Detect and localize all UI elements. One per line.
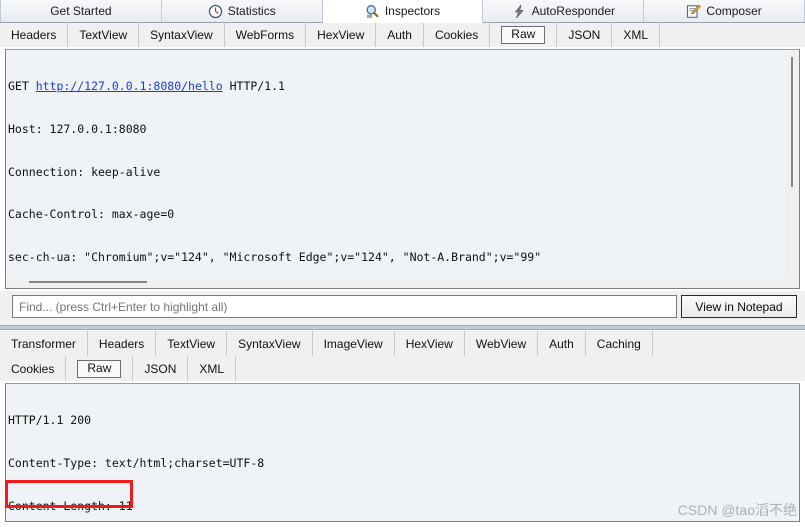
main-tab-strip: Get Started Statistics Inspectors AutoRe… bbox=[0, 0, 805, 23]
view-in-notepad-label: View in Notepad bbox=[695, 299, 783, 314]
watermark-text: CSDN @tao滔不绝 bbox=[677, 502, 797, 518]
request-header-line: Host: 127.0.0.1:8080 bbox=[8, 122, 147, 136]
tab-label: Raw bbox=[501, 26, 546, 44]
find-input[interactable] bbox=[12, 295, 677, 318]
response-tab-raw[interactable]: Raw bbox=[66, 356, 134, 381]
response-tab-json[interactable]: JSON bbox=[133, 356, 189, 381]
main-tab-autoresponder[interactable]: AutoResponder bbox=[483, 0, 645, 22]
tab-label: XML bbox=[199, 361, 225, 376]
tab-label: XML bbox=[623, 28, 649, 42]
pane-splitter[interactable] bbox=[0, 325, 805, 330]
view-in-notepad-button[interactable]: View in Notepad bbox=[681, 295, 797, 318]
request-tab-hexview[interactable]: HexView bbox=[306, 23, 377, 47]
request-tab-syntaxview[interactable]: SyntaxView bbox=[139, 23, 225, 47]
request-http-version: HTTP/1.1 bbox=[229, 79, 285, 94]
response-tab-transformer[interactable]: Transformer bbox=[0, 331, 88, 356]
request-pane-horizontal-scrollbar[interactable] bbox=[7, 276, 785, 287]
tab-label: Raw bbox=[77, 359, 122, 378]
response-raw-text[interactable]: HTTP/1.1 200 Content-Type: text/html;cha… bbox=[8, 385, 793, 519]
request-raw-pane[interactable]: GET http://127.0.0.1:8080/hello HTTP/1.1… bbox=[5, 49, 800, 289]
request-tab-xml[interactable]: XML bbox=[612, 23, 661, 47]
response-tab-caching[interactable]: Caching bbox=[585, 331, 653, 356]
tab-label: HexView bbox=[405, 336, 453, 351]
request-inspector-tabs: Headers TextView SyntaxView WebForms Hex… bbox=[0, 23, 805, 47]
tab-label: SyntaxView bbox=[238, 336, 301, 351]
tab-label: Cookies bbox=[434, 28, 479, 42]
response-tab-webview[interactable]: WebView bbox=[464, 331, 539, 356]
main-tab-inspectors[interactable]: Inspectors bbox=[322, 0, 484, 23]
response-inspector-tabs-row1: Transformer Headers TextView SyntaxView … bbox=[0, 331, 805, 356]
request-tab-webforms[interactable]: WebForms bbox=[224, 23, 307, 47]
main-tab-label: AutoResponder bbox=[531, 4, 615, 18]
response-status-line: HTTP/1.1 200 bbox=[8, 413, 92, 428]
request-tab-cookies[interactable]: Cookies bbox=[423, 23, 491, 47]
response-header-line: Content-Length: 11 bbox=[8, 498, 133, 513]
response-tab-cookies[interactable]: Cookies bbox=[0, 356, 67, 381]
tab-label: HexView bbox=[317, 28, 365, 42]
request-tab-json[interactable]: JSON bbox=[557, 23, 613, 47]
response-tab-headers[interactable]: Headers bbox=[87, 331, 157, 356]
request-find-bar: View in Notepad bbox=[0, 291, 805, 325]
response-inspector-tabs-row2: Cookies Raw JSON XML bbox=[0, 356, 805, 381]
request-tab-raw[interactable]: Raw bbox=[490, 23, 558, 47]
response-tab-imageview[interactable]: ImageView bbox=[312, 331, 395, 356]
scrollbar-corner bbox=[785, 276, 798, 287]
tab-label: Transformer bbox=[11, 336, 76, 351]
tab-label: WebView bbox=[475, 336, 527, 351]
tab-label: SyntaxView bbox=[150, 28, 213, 42]
tab-label: TextView bbox=[79, 28, 128, 42]
response-tab-auth[interactable]: Auth bbox=[538, 331, 586, 356]
clock-icon bbox=[208, 4, 223, 19]
tab-label: Headers bbox=[11, 28, 57, 42]
request-method: GET bbox=[8, 79, 29, 94]
request-pane-vertical-scrollbar[interactable] bbox=[785, 51, 798, 276]
response-tab-hexview[interactable]: HexView bbox=[394, 331, 465, 356]
main-tab-statistics[interactable]: Statistics bbox=[161, 0, 323, 22]
tab-label: Headers bbox=[98, 336, 145, 351]
main-tab-label: Get Started bbox=[50, 4, 112, 18]
scrollbar-thumb[interactable] bbox=[29, 281, 147, 283]
tab-label: ImageView bbox=[323, 336, 383, 351]
tab-label: Caching bbox=[596, 336, 641, 351]
request-tab-auth[interactable]: Auth bbox=[376, 23, 424, 47]
scrollbar-thumb[interactable] bbox=[791, 57, 793, 187]
main-tab-label: Composer bbox=[706, 4, 762, 18]
response-tab-syntaxview[interactable]: SyntaxView bbox=[227, 331, 313, 356]
main-tab-label: Inspectors bbox=[384, 4, 441, 18]
request-header-line: Cache-Control: max-age=0 bbox=[8, 207, 175, 222]
request-tabs-filler bbox=[660, 23, 805, 47]
tab-label: Auth bbox=[387, 28, 412, 42]
magnifier-icon bbox=[365, 4, 380, 19]
response-tabs-filler-1 bbox=[652, 331, 805, 356]
tab-label: Cookies bbox=[11, 361, 55, 376]
tab-label: WebForms bbox=[235, 28, 295, 42]
response-tab-xml[interactable]: XML bbox=[188, 356, 237, 381]
request-url-link[interactable]: http://127.0.0.1:8080/hello bbox=[36, 79, 223, 93]
response-tab-textview[interactable]: TextView bbox=[156, 331, 228, 356]
tab-label: TextView bbox=[167, 336, 216, 351]
request-header-line: Connection: keep-alive bbox=[8, 164, 161, 179]
main-tab-composer[interactable]: Composer bbox=[644, 0, 805, 22]
tab-label: JSON bbox=[568, 28, 601, 42]
pencil-note-icon bbox=[686, 4, 702, 19]
lightning-icon bbox=[512, 4, 527, 19]
main-tab-label: Statistics bbox=[227, 4, 276, 18]
request-tab-textview[interactable]: TextView bbox=[68, 23, 140, 47]
request-first-line: GET http://127.0.0.1:8080/hello HTTP/1.1 bbox=[8, 79, 785, 93]
response-header-line: Content-Type: text/html;charset=UTF-8 bbox=[8, 456, 265, 470]
request-tab-headers[interactable]: Headers bbox=[0, 23, 69, 47]
tab-label: Auth bbox=[549, 336, 574, 351]
request-header-line: sec-ch-ua: "Chromium";v="124", "Microsof… bbox=[8, 249, 542, 264]
tab-label: JSON bbox=[144, 361, 177, 376]
response-tabs-filler-2 bbox=[236, 356, 805, 381]
main-tab-get-started[interactable]: Get Started bbox=[0, 0, 162, 22]
request-raw-text[interactable]: GET http://127.0.0.1:8080/hello HTTP/1.1… bbox=[8, 51, 785, 276]
